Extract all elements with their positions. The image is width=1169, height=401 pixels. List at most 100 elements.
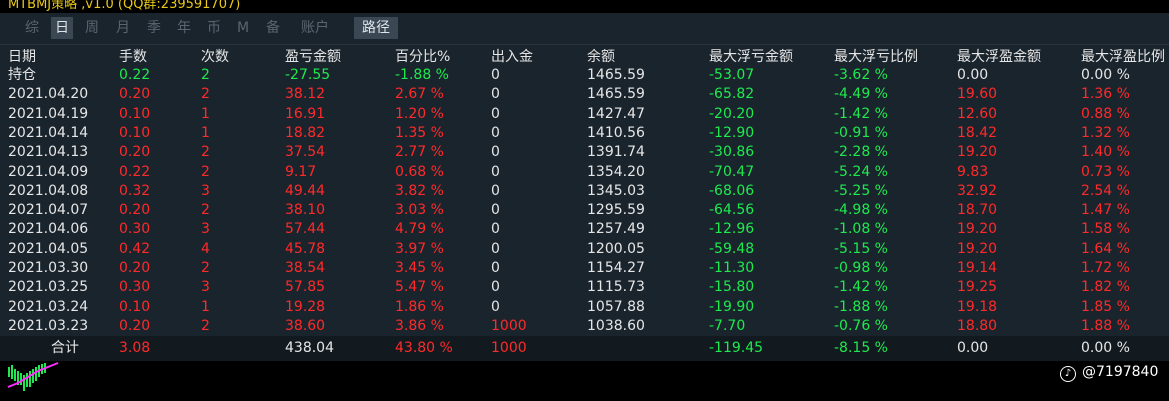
cell-count: 1 [201, 105, 210, 122]
cell-max-float-loss-pct: -5.24 % [834, 163, 888, 180]
cell-pnl: 38.10 [285, 202, 326, 219]
cell-count: 2 [201, 317, 210, 334]
col-max-float-profit-pct[interactable]: 最大浮盈比例 [1081, 46, 1165, 66]
cell-max-float-loss-pct: -1.88 % [834, 298, 888, 315]
table-row[interactable]: 2021.04.14 0.10 1 18.82 1.35 % 0 1410.56 -12.90… [0, 124, 1169, 143]
table-row[interactable]: 2021.04.05 0.42 4 45.78 3.97 % 0 1200.05 -59.48… [0, 240, 1169, 259]
cell-max-float-profit-pct: 1.40 % [1081, 144, 1130, 161]
mini-equity-chart [7, 362, 59, 391]
report-panel: 综 日 周 月 季 年 币 M 备 账户 路径 日期 手数 次数 盈亏金额 百分… [0, 13, 1169, 361]
cell-balance: 1154.27 [587, 260, 645, 276]
cell-pct: 3.86 % [395, 317, 444, 334]
window-title-strip: MTBMJ策略 ,v1.0 (QQ群:239591707) [0, 0, 1169, 13]
watermark: ♪ @7197840 [1060, 364, 1158, 382]
col-date[interactable]: 日期 [8, 46, 36, 66]
cell-pct: 3.45 % [395, 260, 444, 276]
tab-path[interactable]: 路径 [354, 17, 398, 39]
cell-max-float-profit-pct: 0.73 % [1081, 163, 1130, 180]
cell-balance: 1038.60 [587, 317, 645, 334]
cell-lots: 0.20 [119, 86, 151, 103]
cell-inout: 0 [491, 221, 500, 238]
table-row[interactable]: 2021.04.13 0.20 2 37.54 2.77 % 0 1391.74 -30.86… [0, 143, 1169, 162]
cell-max-float-loss: -65.82 [709, 86, 755, 103]
table-row[interactable]: 2021.04.08 0.32 3 49.44 3.82 % 0 1345.03 -68.06… [0, 182, 1169, 201]
cell-lots: 0.10 [119, 105, 151, 122]
table-row[interactable]: 2021.04.19 0.10 1 16.91 1.20 % 0 1427.47 -20.20… [0, 105, 1169, 124]
totals-max-float-loss: -119.45 [709, 340, 764, 356]
col-max-float-loss[interactable]: 最大浮亏金额 [709, 46, 793, 66]
cell-lots: 0.30 [119, 279, 151, 296]
table-row[interactable]: 2021.03.23 0.20 2 38.60 3.86 % 1000 1038.60 -7.… [0, 317, 1169, 336]
table-row[interactable]: 2021.04.20 0.20 2 38.12 2.67 % 0 1465.59 -65.82… [0, 85, 1169, 104]
col-balance[interactable]: 余额 [587, 46, 615, 66]
cell-balance: 1115.73 [587, 279, 645, 296]
cell-pct: 5.47 % [395, 279, 444, 296]
tab-summary[interactable]: 综 [20, 17, 44, 39]
cell-count: 2 [201, 163, 210, 180]
cell-max-float-profit-pct: 2.54 % [1081, 182, 1130, 199]
cell-date: 2021.03.23 [8, 317, 89, 334]
cell-date: 2021.04.06 [8, 221, 89, 238]
cell-lots: 0.20 [119, 260, 151, 276]
cell-lots: 0.42 [119, 240, 151, 257]
cell-max-float-loss-pct: -4.98 % [834, 202, 888, 219]
tab-yearly[interactable]: 年 [172, 17, 196, 39]
cell-max-float-loss-pct: -0.98 % [834, 260, 888, 276]
tab-daily[interactable]: 日 [51, 17, 73, 39]
tab-currency[interactable]: 币 [202, 17, 226, 39]
table-row[interactable]: 2021.04.06 0.30 3 57.44 4.79 % 0 1257.49 -12.96… [0, 220, 1169, 239]
tab-notes[interactable]: 备 [261, 17, 285, 39]
cell-inout: 0 [491, 105, 500, 122]
cell-pnl: -27.55 [285, 67, 331, 83]
cell-max-float-loss: -15.80 [709, 279, 755, 296]
table-row[interactable]: 持仓 0.22 2 -27.55 -1.88 % 0 1465.59 -53.07 -3.62 … [0, 66, 1169, 85]
table-row[interactable]: 2021.03.24 0.10 1 19.28 1.86 % 0 1057.88 -19.90… [0, 298, 1169, 317]
col-count[interactable]: 次数 [201, 46, 229, 66]
cell-count: 2 [201, 67, 210, 83]
cell-lots: 0.32 [119, 182, 151, 199]
tab-account[interactable]: 账户 [295, 17, 335, 39]
tab-m[interactable]: M [233, 17, 253, 39]
cell-date: 2021.04.19 [8, 105, 89, 122]
cell-lots: 0.20 [119, 317, 151, 334]
cell-max-float-profit: 18.80 [957, 317, 998, 334]
col-max-float-loss-pct[interactable]: 最大浮亏比例 [834, 46, 918, 66]
table-row[interactable]: 2021.04.07 0.20 2 38.10 3.03 % 0 1295.59 -64.56… [0, 201, 1169, 220]
cell-max-float-loss: -20.20 [709, 105, 755, 122]
cell-count: 3 [201, 221, 210, 238]
cell-inout: 1000 [491, 317, 527, 334]
table-row[interactable]: 2021.03.25 0.30 3 57.85 5.47 % 0 1115.73 -15.80… [0, 278, 1169, 297]
tab-monthly[interactable]: 月 [111, 17, 135, 39]
table-row[interactable]: 2021.04.09 0.22 2 9.17 0.68 % 0 1354.20 -70.47 -… [0, 163, 1169, 182]
cell-max-float-profit: 12.60 [957, 105, 998, 122]
tab-weekly[interactable]: 周 [80, 17, 104, 39]
totals-max-float-loss-pct: -8.15 % [834, 340, 888, 356]
cell-pct: 3.82 % [395, 182, 444, 199]
cell-max-float-profit: 18.70 [957, 202, 998, 219]
col-pnl[interactable]: 盈亏金额 [285, 46, 341, 66]
cell-max-float-loss: -11.30 [709, 260, 755, 276]
cell-inout: 0 [491, 163, 500, 180]
cell-max-float-profit: 9.83 [957, 163, 989, 180]
cell-balance: 1391.74 [587, 144, 645, 161]
totals-inout: 1000 [491, 340, 527, 356]
col-lots[interactable]: 手数 [119, 46, 147, 66]
cell-pnl: 45.78 [285, 240, 326, 257]
col-pct[interactable]: 百分比% [395, 46, 450, 66]
totals-row: 合计 3.08 438.04 43.80 % 1000 -119.45 -8.1… [0, 336, 1169, 361]
cell-max-float-loss-pct: -5.15 % [834, 240, 888, 257]
cell-date: 2021.04.07 [8, 202, 89, 219]
watermark-text: @7197840 [1082, 364, 1159, 380]
cell-pnl: 38.54 [285, 260, 326, 276]
table-row[interactable]: 2021.03.30 0.20 2 38.54 3.45 % 0 1154.27 -11.30… [0, 259, 1169, 278]
col-inout[interactable]: 出入金 [491, 46, 533, 66]
period-tabs: 综 日 周 月 季 年 币 M 备 账户 路径 [0, 16, 1169, 40]
cell-date: 2021.04.05 [8, 240, 89, 257]
cell-pct: 1.20 % [395, 105, 444, 122]
tab-quarterly[interactable]: 季 [142, 17, 166, 39]
cell-balance: 1057.88 [587, 298, 645, 315]
cell-lots: 0.22 [119, 67, 151, 83]
cell-pnl: 9.17 [285, 163, 317, 180]
col-max-float-profit[interactable]: 最大浮盈金额 [957, 46, 1041, 66]
cell-pnl: 38.12 [285, 86, 326, 103]
